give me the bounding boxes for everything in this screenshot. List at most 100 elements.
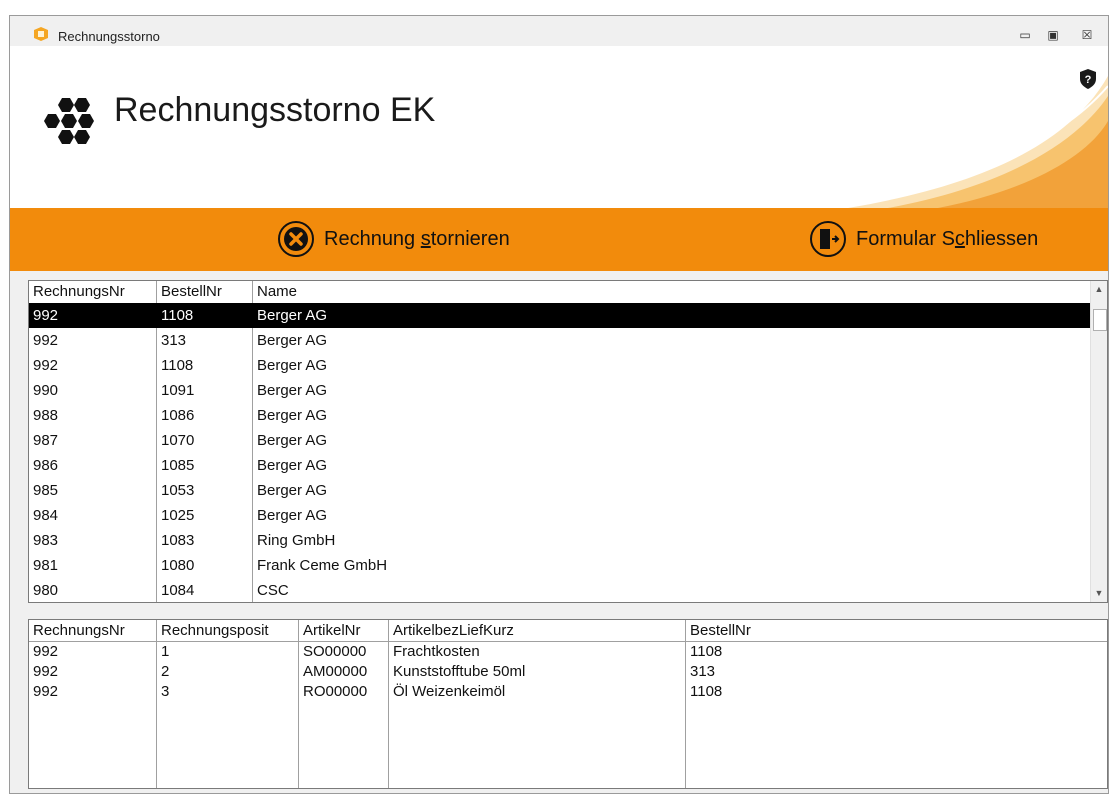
invoice-list-scrollbar[interactable]: ▲ ▼ bbox=[1090, 281, 1107, 602]
table-row[interactable]: 990 1091 Berger AG bbox=[29, 378, 1107, 403]
cell-bestellnr: 1108 bbox=[690, 683, 723, 700]
cell-name: Berger AG bbox=[257, 507, 328, 524]
scroll-up-icon[interactable]: ▲ bbox=[1091, 281, 1107, 298]
table-row[interactable]: 987 1070 Berger AG bbox=[29, 428, 1107, 453]
minimize-button[interactable]: ▭ bbox=[1012, 24, 1038, 46]
cell-name: Frank Ceme GmbH bbox=[257, 557, 388, 574]
cell-artikelbez: Frachtkosten bbox=[393, 643, 480, 660]
cell-name: Berger AG bbox=[257, 407, 328, 424]
cell-name: CSC bbox=[257, 582, 289, 599]
cell-bestellnr: 1085 bbox=[161, 457, 195, 474]
close-form-label: Formular Schliessen bbox=[856, 227, 1039, 250]
cell-artikelbez: Öl Weizenkeimöl bbox=[393, 683, 506, 700]
action-toolbar: Rechnung stornieren Formular Schliessen bbox=[10, 208, 1108, 271]
cell-name: Berger AG bbox=[257, 432, 328, 449]
position-rows: 992 1 SO00000 Frachtkosten 1108 992 2 AM00000 Ku… bbox=[29, 642, 1107, 702]
cell-bestellnr: 1108 bbox=[690, 643, 723, 660]
scroll-thumb[interactable] bbox=[1093, 309, 1107, 331]
col-header-artikelbez[interactable]: ArtikelbezLiefKurz bbox=[389, 620, 686, 642]
invoice-rows: 992 1108 Berger AG 992 313 Berger AG 992 1108 Be… bbox=[29, 303, 1107, 602]
cell-rechnungsnr: 992 bbox=[33, 307, 59, 324]
cell-bestellnr: 1084 bbox=[161, 582, 195, 599]
cell-bestellnr: 1025 bbox=[161, 507, 195, 524]
cell-bestellnr: 1080 bbox=[161, 557, 195, 574]
cell-position: 2 bbox=[161, 663, 170, 680]
cell-artikelnr: RO00000 bbox=[303, 683, 368, 700]
table-row[interactable]: 988 1086 Berger AG bbox=[29, 403, 1107, 428]
cell-rechnungsnr: 992 bbox=[33, 663, 59, 680]
hexagon-cluster-icon bbox=[44, 98, 94, 144]
cell-name: Berger AG bbox=[257, 457, 328, 474]
cell-name: Berger AG bbox=[257, 307, 328, 324]
table-row[interactable]: 992 313 Berger AG bbox=[29, 328, 1107, 353]
table-row[interactable]: 985 1053 Berger AG bbox=[29, 478, 1107, 503]
close-button[interactable]: ☒ bbox=[1074, 24, 1100, 46]
cancel-invoice-label: Rechnung stornieren bbox=[324, 227, 510, 250]
cell-rechnungsnr: 985 bbox=[33, 482, 59, 499]
cell-rechnungsnr: 981 bbox=[33, 557, 59, 574]
col-header-name[interactable]: Name bbox=[253, 281, 853, 303]
cell-bestellnr: 1091 bbox=[161, 382, 195, 399]
cell-bestellnr: 313 bbox=[161, 332, 187, 349]
cell-rechnungsnr: 988 bbox=[33, 407, 59, 424]
cancel-invoice-button[interactable]: Rechnung stornieren bbox=[276, 218, 510, 260]
cell-name: Berger AG bbox=[257, 482, 328, 499]
cell-position: 1 bbox=[161, 643, 170, 660]
cell-rechnungsnr: 990 bbox=[33, 382, 59, 399]
table-row[interactable]: 986 1085 Berger AG bbox=[29, 453, 1107, 478]
cell-bestellnr: 313 bbox=[690, 663, 716, 680]
shield-question-icon[interactable]: ? bbox=[1078, 68, 1098, 90]
cell-artikelbez: Kunststofftube 50ml bbox=[393, 663, 526, 680]
table-row[interactable]: 984 1025 Berger AG bbox=[29, 503, 1107, 528]
cancel-circle-icon bbox=[278, 221, 314, 257]
col-header-rechnungsnr[interactable]: RechnungsNr bbox=[29, 281, 157, 303]
cell-bestellnr: 1086 bbox=[161, 407, 195, 424]
decorative-swoosh bbox=[747, 76, 1108, 208]
cell-artikelnr: AM00000 bbox=[303, 663, 368, 680]
window-title: Rechnungsstorno bbox=[58, 29, 160, 44]
cell-bestellnr: 1108 bbox=[161, 357, 194, 374]
cell-artikelnr: SO00000 bbox=[303, 643, 367, 660]
col-header-rechnungsposition[interactable]: Rechnungsposit bbox=[157, 620, 299, 642]
table-row[interactable]: 992 1108 Berger AG bbox=[29, 353, 1107, 378]
cell-rechnungsnr: 987 bbox=[33, 432, 59, 449]
exit-door-icon bbox=[810, 221, 846, 257]
table-row[interactable]: 992 2 AM00000 Kunststofftube 50ml 313 bbox=[29, 662, 1107, 682]
app-window: Rechnungsstorno ▭ ▣ ☒ Rechnungsstorno EK bbox=[9, 15, 1109, 794]
cell-bestellnr: 1053 bbox=[161, 482, 195, 499]
table-row[interactable]: 981 1080 Frank Ceme GmbH bbox=[29, 553, 1107, 578]
maximize-button[interactable]: ▣ bbox=[1040, 24, 1066, 46]
table-row[interactable]: 992 1108 Berger AG bbox=[29, 303, 1107, 328]
cell-name: Berger AG bbox=[257, 357, 328, 374]
cell-rechnungsnr: 983 bbox=[33, 532, 59, 549]
col-header-bestellnr[interactable]: BestellNr bbox=[157, 281, 253, 303]
cell-rechnungsnr: 992 bbox=[33, 683, 59, 700]
cell-rechnungsnr: 992 bbox=[33, 332, 59, 349]
table-row[interactable]: 992 1 SO00000 Frachtkosten 1108 bbox=[29, 642, 1107, 662]
cell-rechnungsnr: 986 bbox=[33, 457, 59, 474]
cell-bestellnr: 1083 bbox=[161, 532, 195, 549]
cell-name: Berger AG bbox=[257, 382, 328, 399]
svg-text:?: ? bbox=[1085, 74, 1092, 86]
cell-name: Berger AG bbox=[257, 332, 328, 349]
col-header-bestellnr[interactable]: BestellNr bbox=[686, 620, 1106, 642]
close-form-button[interactable]: Formular Schliessen bbox=[808, 218, 1038, 260]
invoice-positions-list[interactable]: RechnungsNr Rechnungsposit ArtikelNr Art… bbox=[28, 619, 1108, 789]
table-row[interactable]: 983 1083 Ring GmbH bbox=[29, 528, 1107, 553]
cell-bestellnr: 1070 bbox=[161, 432, 195, 449]
cell-name: Ring GmbH bbox=[257, 532, 336, 549]
header-banner: Rechnungsstorno EK ? bbox=[10, 46, 1108, 208]
scroll-down-icon[interactable]: ▼ bbox=[1091, 585, 1107, 602]
page-title: Rechnungsstorno EK bbox=[114, 91, 436, 129]
table-row[interactable]: 980 1084 CSC bbox=[29, 578, 1107, 602]
cell-rechnungsnr: 992 bbox=[33, 357, 59, 374]
col-header-rechnungsnr[interactable]: RechnungsNr bbox=[29, 620, 157, 642]
table-row[interactable]: 992 3 RO00000 Öl Weizenkeimöl 1108 bbox=[29, 682, 1107, 702]
cell-position: 3 bbox=[161, 683, 170, 700]
title-bar: Rechnungsstorno ▭ ▣ ☒ bbox=[10, 16, 1108, 46]
col-header-artikelnr[interactable]: ArtikelNr bbox=[299, 620, 389, 642]
cell-bestellnr: 1108 bbox=[161, 307, 194, 324]
invoice-list[interactable]: RechnungsNr BestellNr Name 992 1108 Berger… bbox=[28, 280, 1108, 603]
cell-rechnungsnr: 992 bbox=[33, 643, 59, 660]
cell-rechnungsnr: 984 bbox=[33, 507, 59, 524]
